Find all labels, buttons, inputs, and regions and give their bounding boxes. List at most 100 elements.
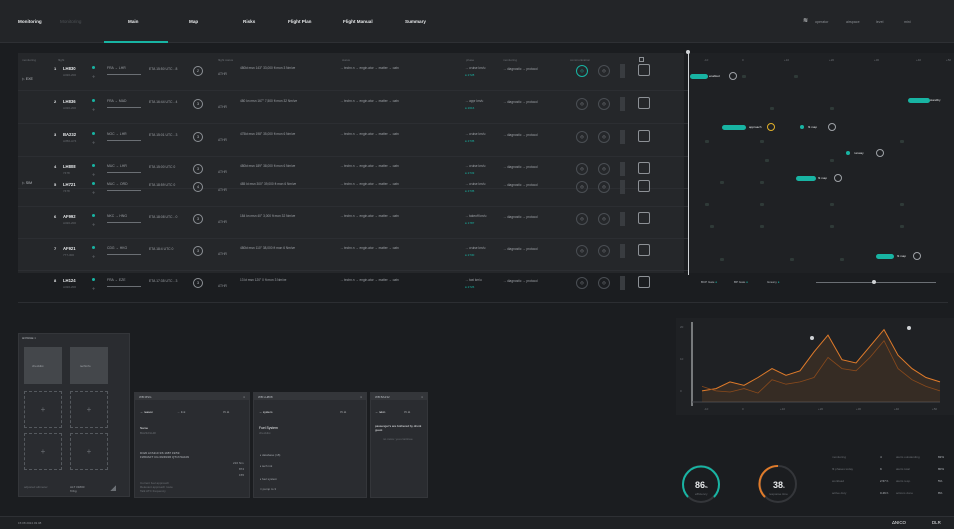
timeline-event-marker xyxy=(900,140,904,143)
zoom-slider-thumb[interactable] xyxy=(872,280,876,284)
close-icon[interactable]: × xyxy=(421,395,423,399)
monitoring-actions[interactable]: → diagnostic → protocol xyxy=(503,100,538,104)
open-flight-icon[interactable] xyxy=(638,130,650,142)
tab-main[interactable]: Main xyxy=(128,19,138,24)
timeline-activity-bar[interactable] xyxy=(908,98,930,103)
tab-flight-manual[interactable]: Flight Manual xyxy=(343,19,373,24)
techinfo-tile[interactable]: techinfo xyxy=(70,347,108,384)
callsign[interactable]: LH830 xyxy=(63,66,76,71)
close-icon[interactable]: × xyxy=(243,395,245,399)
system-card-lh808[interactable]: WB LH808 × → system ▭ ⚠ Fuel System check… xyxy=(253,392,367,498)
comm-button-1[interactable]: ◎ xyxy=(576,181,588,193)
timeline-activity-bar[interactable] xyxy=(796,176,816,181)
tab-monitoring[interactable]: Monitoring xyxy=(60,19,81,24)
open-flight-icon[interactable] xyxy=(638,244,650,256)
callsign[interactable]: LH836 xyxy=(63,99,76,104)
comm-button-1[interactable]: ◎ xyxy=(576,245,588,257)
comm-button-1[interactable]: ◎ xyxy=(576,213,588,225)
timeline-activity-bar[interactable] xyxy=(800,125,804,129)
callsign[interactable]: LH808 xyxy=(63,164,76,169)
alert-count-badge[interactable]: 3 xyxy=(193,278,203,288)
timeline-info-icon[interactable] xyxy=(729,72,737,80)
comm-button-2[interactable]: ◎ xyxy=(598,98,610,110)
timeline-activity-bar[interactable] xyxy=(722,125,746,130)
monitoring-actions[interactable]: → diagnostic → protocol xyxy=(503,279,538,283)
comm-button-2[interactable]: ◎ xyxy=(598,213,610,225)
tab-risks[interactable]: Risks xyxy=(243,19,255,24)
comm-button-2[interactable]: ◎ xyxy=(598,245,610,257)
callsign[interactable]: LH721 xyxy=(63,182,76,187)
timeline-event-marker xyxy=(840,258,844,261)
checklist-item-2[interactable]: • tech ink xyxy=(260,464,272,468)
open-flight-icon[interactable] xyxy=(638,162,650,174)
monitoring-actions[interactable]: → diagnostic → protocol xyxy=(503,183,538,187)
comm-button-2[interactable]: ◎ xyxy=(598,181,610,193)
callsign[interactable]: BA232 xyxy=(63,132,76,137)
mini-label[interactable]: mini xyxy=(904,20,911,24)
tab-flight-plan[interactable]: Flight Plan xyxy=(288,19,311,24)
callsign[interactable]: LH124 xyxy=(63,278,76,283)
comm-button-1[interactable]: ◎ xyxy=(576,131,588,143)
chart-xtick: 0 xyxy=(742,407,744,411)
close-icon[interactable]: × xyxy=(360,395,362,399)
callsign[interactable]: AF992 xyxy=(63,214,76,219)
monitoring-actions[interactable]: → diagnostic → protocol xyxy=(503,165,538,169)
timeline-activity-bar[interactable] xyxy=(846,151,850,155)
zoom-slider-track[interactable] xyxy=(816,282,936,283)
open-flight-icon[interactable] xyxy=(638,180,650,192)
status-sequence: → techn.n → engin.ator → matter → oatn xyxy=(340,182,399,186)
flight-row[interactable]: 8 LH124 A320-200 ✈ FRA → EZE ETA 17:35 U… xyxy=(18,270,948,303)
comm-button-2[interactable]: ◎ xyxy=(598,65,610,77)
alert-count-badge[interactable]: 3 xyxy=(193,214,203,224)
checklist-item-1[interactable]: • database (18) xyxy=(260,453,280,457)
airspace-label[interactable]: airspace xyxy=(846,20,860,24)
alert-count-badge[interactable]: 4 xyxy=(193,182,203,192)
checklist-item-3[interactable]: • fuel system xyxy=(260,477,277,481)
open-flight-icon[interactable] xyxy=(638,276,650,288)
timeline-info-icon[interactable] xyxy=(767,123,775,131)
timeline-info-icon[interactable] xyxy=(828,123,836,131)
checklist-tile[interactable]: checklist xyxy=(24,347,62,384)
indicator-block xyxy=(620,244,625,258)
operator-label[interactable]: operator xyxy=(815,20,828,24)
timeline-activity-bar[interactable] xyxy=(690,74,708,79)
status-dot xyxy=(92,164,95,167)
alert-count-badge[interactable]: 3 xyxy=(193,246,203,256)
open-flight-icon[interactable] xyxy=(638,212,650,224)
timeline-info-icon[interactable] xyxy=(834,174,842,182)
monitoring-actions[interactable]: → diagnostic → protocol xyxy=(503,67,538,71)
monitoring-actions[interactable]: → diagnostic → protocol xyxy=(503,247,538,251)
timeline-info-icon[interactable] xyxy=(913,252,921,260)
comm-button-1[interactable]: ◎ xyxy=(576,277,588,289)
tab-map[interactable]: Map xyxy=(189,19,198,24)
callsign[interactable]: AF921 xyxy=(63,246,76,251)
comm-button-2[interactable]: ◎ xyxy=(598,131,610,143)
open-flight-icon[interactable] xyxy=(638,64,650,76)
phase: → takeoff km/u xyxy=(465,214,487,218)
checklist-item-4[interactable]: □ pump to 3 xyxy=(260,487,276,491)
empty-slot-1[interactable]: + xyxy=(24,391,62,428)
level-label[interactable]: level xyxy=(876,20,883,24)
open-flight-icon[interactable] xyxy=(638,97,650,109)
tab-summary[interactable]: Summary xyxy=(405,19,426,24)
monitoring-actions[interactable]: → diagnostic → protocol xyxy=(503,133,538,137)
comm-button-2[interactable]: ◎ xyxy=(598,277,610,289)
timeline-activity-bar[interactable] xyxy=(876,254,894,259)
alert-count-badge[interactable]: 3 xyxy=(193,164,203,174)
chart-xtick: +10 xyxy=(780,407,785,411)
empty-slot-2[interactable]: + xyxy=(70,391,108,428)
comm-button-1[interactable]: ◎ xyxy=(576,98,588,110)
message-card-ba232[interactable]: WB MSG × → reason → link ▭ ⚠ Name BA232/L… xyxy=(134,392,250,498)
timeline-now-handle[interactable] xyxy=(686,50,690,54)
alert-count-badge[interactable]: 3 xyxy=(193,99,203,109)
alert-card-ba232[interactable]: WB BA232 × → relvn ▭ ⚠ passenger's are bo… xyxy=(370,392,428,498)
empty-slot-4[interactable]: + xyxy=(70,433,108,470)
timeline-info-icon[interactable] xyxy=(876,149,884,157)
empty-slot-3[interactable]: + xyxy=(24,433,62,470)
monitoring-actions[interactable]: → diagnostic → protocol xyxy=(503,215,538,219)
bottom-bar: 15:08 2024.03.08 ΔNICO DLR xyxy=(0,516,954,529)
alert-count-badge[interactable]: 2 xyxy=(193,66,203,76)
alert-count-badge[interactable]: 3 xyxy=(193,132,203,142)
chart-xtick: +40 xyxy=(894,407,899,411)
comm-button-1[interactable]: ◎ xyxy=(576,65,588,77)
